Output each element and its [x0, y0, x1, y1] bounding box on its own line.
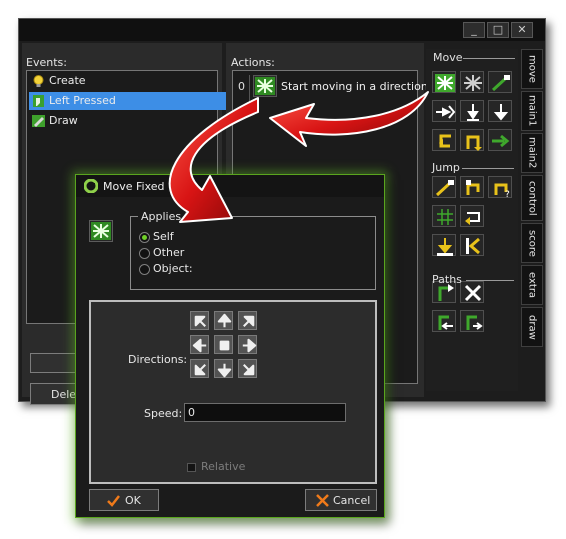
tutorial-arrows [168, 91, 429, 223]
arrow-to-applies-to [168, 97, 259, 223]
arrow-to-action-list [269, 91, 429, 147]
